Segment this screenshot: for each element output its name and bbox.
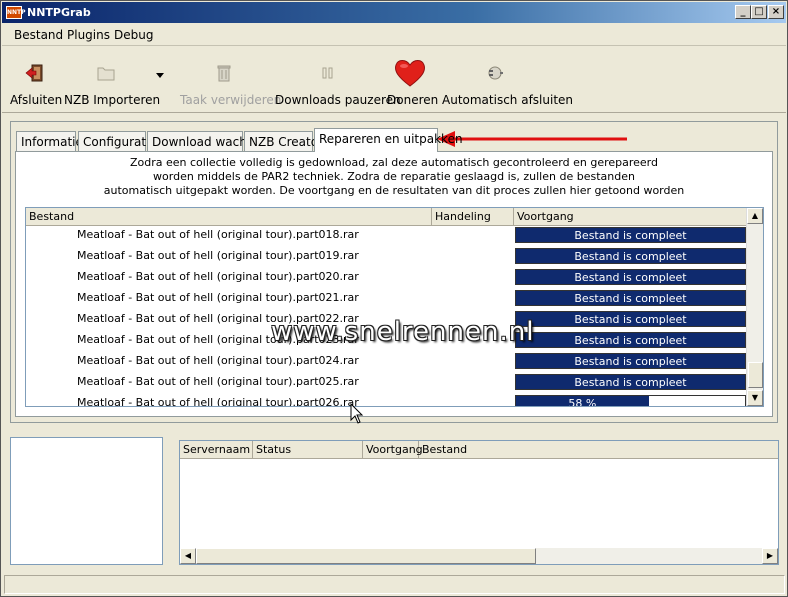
progress-text: Bestand is compleet	[574, 355, 687, 368]
menu-debug[interactable]: Debug	[114, 28, 153, 42]
tab-informatie[interactable]: Informatie	[16, 131, 83, 152]
row-progress-bar: Bestand is compleet	[515, 269, 746, 285]
main-window: NNTP NNTPGrab _ □ × Bestand Plugins Debu…	[0, 0, 788, 597]
server-list-hscrollbar[interactable]: ◀ ▶	[180, 548, 778, 564]
progress-text: 58 %	[568, 397, 597, 407]
column-bestand[interactable]: Bestand	[26, 208, 432, 226]
row-file-name: Meatloaf - Bat out of hell (original tou…	[77, 375, 359, 388]
table-row[interactable]: Meatloaf - Bat out of hell (original tou…	[26, 225, 746, 246]
column-handeling[interactable]: Handeling	[432, 208, 514, 226]
progress-text: Bestand is compleet	[574, 250, 687, 263]
scroll-right-arrow[interactable]: ▶	[762, 548, 778, 564]
title-bar[interactable]: NNTP NNTPGrab _ □ ×	[2, 2, 786, 23]
scroll-left-arrow[interactable]: ◀	[180, 548, 196, 564]
auto-shutdown-button[interactable]: Automatisch afsluiten	[442, 51, 573, 109]
column-servernaam[interactable]: Servernaam	[180, 441, 253, 459]
table-row[interactable]: Meatloaf - Bat out of hell (original tou…	[26, 288, 746, 309]
column-voortgang-server[interactable]: Voortgang	[363, 441, 423, 459]
table-row[interactable]: Meatloaf - Bat out of hell (original tou…	[26, 372, 746, 393]
tab-repareren-en-uitpakken[interactable]: Repareren en uitpakken	[314, 128, 463, 152]
scroll-thumb[interactable]	[748, 362, 763, 388]
close-button[interactable]: ×	[768, 5, 784, 19]
watermark-text: www.snelrennen.nl	[271, 317, 535, 347]
trash-icon	[208, 57, 240, 89]
progress-text: Bestand is compleet	[574, 313, 687, 326]
donate-button[interactable]: Doneren	[387, 51, 438, 109]
column-status[interactable]: Status	[253, 441, 363, 459]
progress-text: Bestand is compleet	[574, 376, 687, 389]
menu-bar: Bestand Plugins Debug	[2, 24, 786, 46]
progress-text: Bestand is compleet	[574, 334, 687, 347]
menu-bestand[interactable]: Bestand	[14, 28, 63, 42]
row-file-name: Meatloaf - Bat out of hell (original tou…	[77, 249, 359, 262]
row-progress-bar: Bestand is compleet	[515, 311, 746, 327]
row-progress-bar: Bestand is compleet	[515, 248, 746, 264]
scroll-down-arrow[interactable]: ▼	[747, 390, 763, 406]
row-progress-bar: Bestand is compleet	[515, 290, 746, 306]
table-row[interactable]: Meatloaf - Bat out of hell (original tou…	[26, 246, 746, 267]
table-row[interactable]: Meatloaf - Bat out of hell (original tou…	[26, 267, 746, 288]
row-progress-bar: 58 %	[515, 395, 746, 407]
exit-icon	[19, 57, 51, 89]
annotation-arrow	[437, 131, 627, 147]
toolbar: Afsluiten NZB Importeren Taak verwijdere…	[2, 47, 786, 113]
collection-tree-panel[interactable]	[10, 437, 163, 565]
repair-description: Zodra een collectie volledig is gedownlo…	[103, 156, 685, 197]
hscroll-thumb[interactable]	[196, 548, 536, 564]
progress-text: Bestand is compleet	[574, 292, 687, 305]
server-list[interactable]: Servernaam Status Voortgang Bestand ◀ ▶	[179, 440, 779, 565]
exit-button[interactable]: Afsluiten	[10, 51, 62, 109]
scroll-up-arrow[interactable]: ▲	[747, 208, 763, 224]
row-progress-bar: Bestand is compleet	[515, 353, 746, 369]
app-icon: NNTP	[6, 6, 26, 19]
pause-icon	[312, 57, 344, 89]
column-bestand-server[interactable]: Bestand	[419, 441, 778, 459]
row-file-name: Meatloaf - Bat out of hell (original tou…	[77, 291, 359, 304]
plug-icon	[479, 57, 511, 89]
row-file-name: Meatloaf - Bat out of hell (original tou…	[77, 228, 359, 241]
row-file-name: Meatloaf - Bat out of hell (original tou…	[77, 354, 359, 367]
progress-text: Bestand is compleet	[574, 229, 687, 242]
tab-download-wachtrij[interactable]: Download wachtrij	[147, 131, 263, 152]
row-file-name: Meatloaf - Bat out of hell (original tou…	[77, 396, 359, 407]
repair-list[interactable]: Bestand Handeling Voortgang Meatloaf - B…	[25, 207, 764, 407]
maximize-button[interactable]: □	[751, 5, 767, 19]
table-row[interactable]: Meatloaf - Bat out of hell (original tou…	[26, 393, 746, 407]
row-progress-bar: Bestand is compleet	[515, 332, 746, 348]
status-bar	[4, 575, 785, 594]
repair-list-header: Bestand Handeling Voortgang	[26, 208, 747, 226]
nzb-import-dropdown-arrow[interactable]	[156, 73, 164, 78]
tab-nzb-creator[interactable]: NZB Creator	[244, 131, 323, 152]
table-row[interactable]: Meatloaf - Bat out of hell (original tou…	[26, 351, 746, 372]
row-progress-bar: Bestand is compleet	[515, 374, 746, 390]
menu-plugins[interactable]: Plugins	[67, 28, 110, 42]
heart-icon	[394, 57, 426, 89]
progress-text: Bestand is compleet	[574, 271, 687, 284]
tab-configuratie[interactable]: Configuratie	[78, 131, 157, 152]
row-file-name: Meatloaf - Bat out of hell (original tou…	[77, 270, 359, 283]
server-list-header: Servernaam Status Voortgang Bestand	[180, 441, 778, 459]
repair-list-scrollbar[interactable]: ▲ ▼	[746, 208, 763, 406]
window-title: NNTPGrab	[27, 6, 91, 19]
row-progress-bar: Bestand is compleet	[515, 227, 746, 243]
mouse-cursor-icon	[350, 403, 364, 424]
minimize-button[interactable]: _	[735, 5, 751, 19]
nzb-import-button[interactable]: NZB Importeren	[64, 51, 160, 109]
pause-downloads-button[interactable]: Downloads pauzeren	[275, 51, 401, 109]
column-voortgang[interactable]: Voortgang	[514, 208, 747, 226]
folder-icon	[90, 57, 122, 89]
remove-task-button[interactable]: Taak verwijderen	[180, 51, 281, 109]
